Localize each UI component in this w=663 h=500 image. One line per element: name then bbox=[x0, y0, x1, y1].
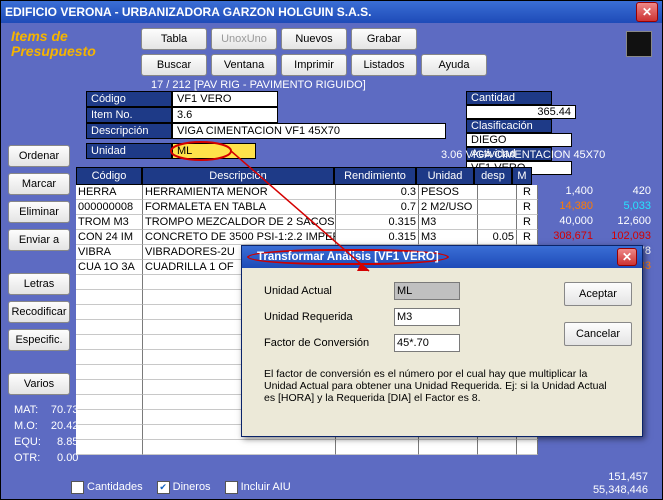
codigo-label: Código bbox=[86, 91, 172, 107]
summary-box: MAT:70.73 M.O:20.42 EQU:8.85 OTR:0.00 bbox=[8, 401, 84, 467]
gh-rend: Rendimiento bbox=[334, 167, 416, 185]
gh-desc: Descripción bbox=[142, 167, 334, 185]
breadcrumb: 17 / 212 [PAV RIG - PAVIMENTO RIGUIDO] bbox=[151, 79, 366, 91]
imprimir-button[interactable]: Imprimir bbox=[281, 54, 347, 76]
unidad-requerida-input[interactable]: M3 bbox=[394, 308, 460, 326]
dineros-checkbox[interactable]: ✔Dineros bbox=[157, 481, 211, 494]
ayuda-button[interactable]: Ayuda bbox=[421, 54, 487, 76]
window-close-button[interactable]: ✕ bbox=[636, 2, 658, 22]
app-logo bbox=[626, 31, 652, 57]
grabar-button[interactable]: Grabar bbox=[351, 28, 417, 50]
unidad-actual-input[interactable]: ML bbox=[394, 282, 460, 300]
gh-desp: desp bbox=[474, 167, 512, 185]
gh-m: M bbox=[512, 167, 532, 185]
descripcion-value[interactable]: VIGA CIMENTACION VF1 45X70 bbox=[172, 123, 446, 139]
codigo-value[interactable]: VF1 VERO bbox=[172, 91, 278, 107]
grid-header: Código Descripción Rendimiento Unidad de… bbox=[76, 167, 532, 185]
cancelar-button[interactable]: Cancelar bbox=[564, 322, 632, 346]
enviar-button[interactable]: Enviar a bbox=[8, 229, 70, 251]
table-row[interactable] bbox=[76, 440, 538, 455]
dialog-close-button[interactable]: ✕ bbox=[617, 248, 637, 266]
clasificacion-label: Clasificación bbox=[466, 119, 552, 133]
itemno-value[interactable]: 3.6 bbox=[172, 107, 278, 123]
marcar-button[interactable]: Marcar bbox=[8, 173, 70, 195]
gh-codigo: Código bbox=[76, 167, 142, 185]
factor-conversion-input[interactable]: 45*.70 bbox=[394, 334, 460, 352]
cantidades-checkbox[interactable]: Cantidades bbox=[71, 481, 143, 494]
page-title: Items dePresupuesto bbox=[1, 23, 141, 78]
unidad-value[interactable]: ML bbox=[172, 143, 256, 159]
titlebar: EDIFICIO VERONA - URBANIZADORA GARZON HO… bbox=[1, 1, 662, 23]
varios-button[interactable]: Varios bbox=[8, 373, 70, 395]
aceptar-button[interactable]: Aceptar bbox=[564, 282, 632, 306]
unidad-label: Unidad bbox=[86, 143, 172, 159]
cantidad-value[interactable]: 365.44 bbox=[466, 105, 576, 119]
nuevos-button[interactable]: Nuevos bbox=[281, 28, 347, 50]
tabla-button[interactable]: Tabla bbox=[141, 28, 207, 50]
dialog-help-text: El factor de conversión es el número por… bbox=[264, 368, 614, 404]
listados-button[interactable]: Listados bbox=[351, 54, 417, 76]
clasificacion-value[interactable]: DIEGO bbox=[466, 133, 572, 147]
factor-conversion-label: Factor de Conversión bbox=[264, 337, 394, 349]
unidad-requerida-label: Unidad Requerida bbox=[264, 311, 394, 323]
unidad-actual-label: Unidad Actual bbox=[264, 285, 394, 297]
buscar-button[interactable]: Buscar bbox=[141, 54, 207, 76]
descripcion-label: Descripción bbox=[86, 123, 172, 139]
transform-dialog: Transformar Análisis [VF1 VERO] ✕ Unidad… bbox=[241, 245, 643, 437]
incluir-aiu-checkbox[interactable]: Incluir AIU bbox=[225, 481, 291, 494]
ventana-button[interactable]: Ventana bbox=[211, 54, 277, 76]
window-title: EDIFICIO VERONA - URBANIZADORA GARZON HO… bbox=[5, 5, 371, 19]
ordenar-button[interactable]: Ordenar bbox=[8, 145, 70, 167]
table-row[interactable]: TROM M3TROMPO MEZCALDOR DE 2 SACOS0.315M… bbox=[76, 215, 538, 230]
table-row[interactable]: 000000008FORMALETA EN TABLA0.72 M2/USOR bbox=[76, 200, 538, 215]
itemno-label: Item No. bbox=[86, 107, 172, 123]
dialog-title: Transformar Análisis [VF1 VERO] bbox=[247, 249, 449, 265]
unoxuno-button[interactable]: UnoxUno bbox=[211, 28, 277, 50]
gh-unidad: Unidad bbox=[416, 167, 474, 185]
sublabel: 3.06 VIGA CIMENTACION 45X70 bbox=[441, 149, 605, 161]
table-row[interactable]: CON 24 IMCONCRETO DE 3500 PSI-1:2.2 IMPE… bbox=[76, 230, 538, 245]
totals: 151,457 55,348,446 bbox=[593, 471, 648, 497]
recodificar-button[interactable]: Recodificar bbox=[8, 301, 70, 323]
cantidad-label: Cantidad bbox=[466, 91, 552, 105]
especific-button[interactable]: Especific. bbox=[8, 329, 70, 351]
eliminar-button[interactable]: Eliminar bbox=[8, 201, 70, 223]
table-row[interactable]: HERRAHERRAMIENTA MENOR0.3PESOSR bbox=[76, 185, 538, 200]
letras-button[interactable]: Letras bbox=[8, 273, 70, 295]
